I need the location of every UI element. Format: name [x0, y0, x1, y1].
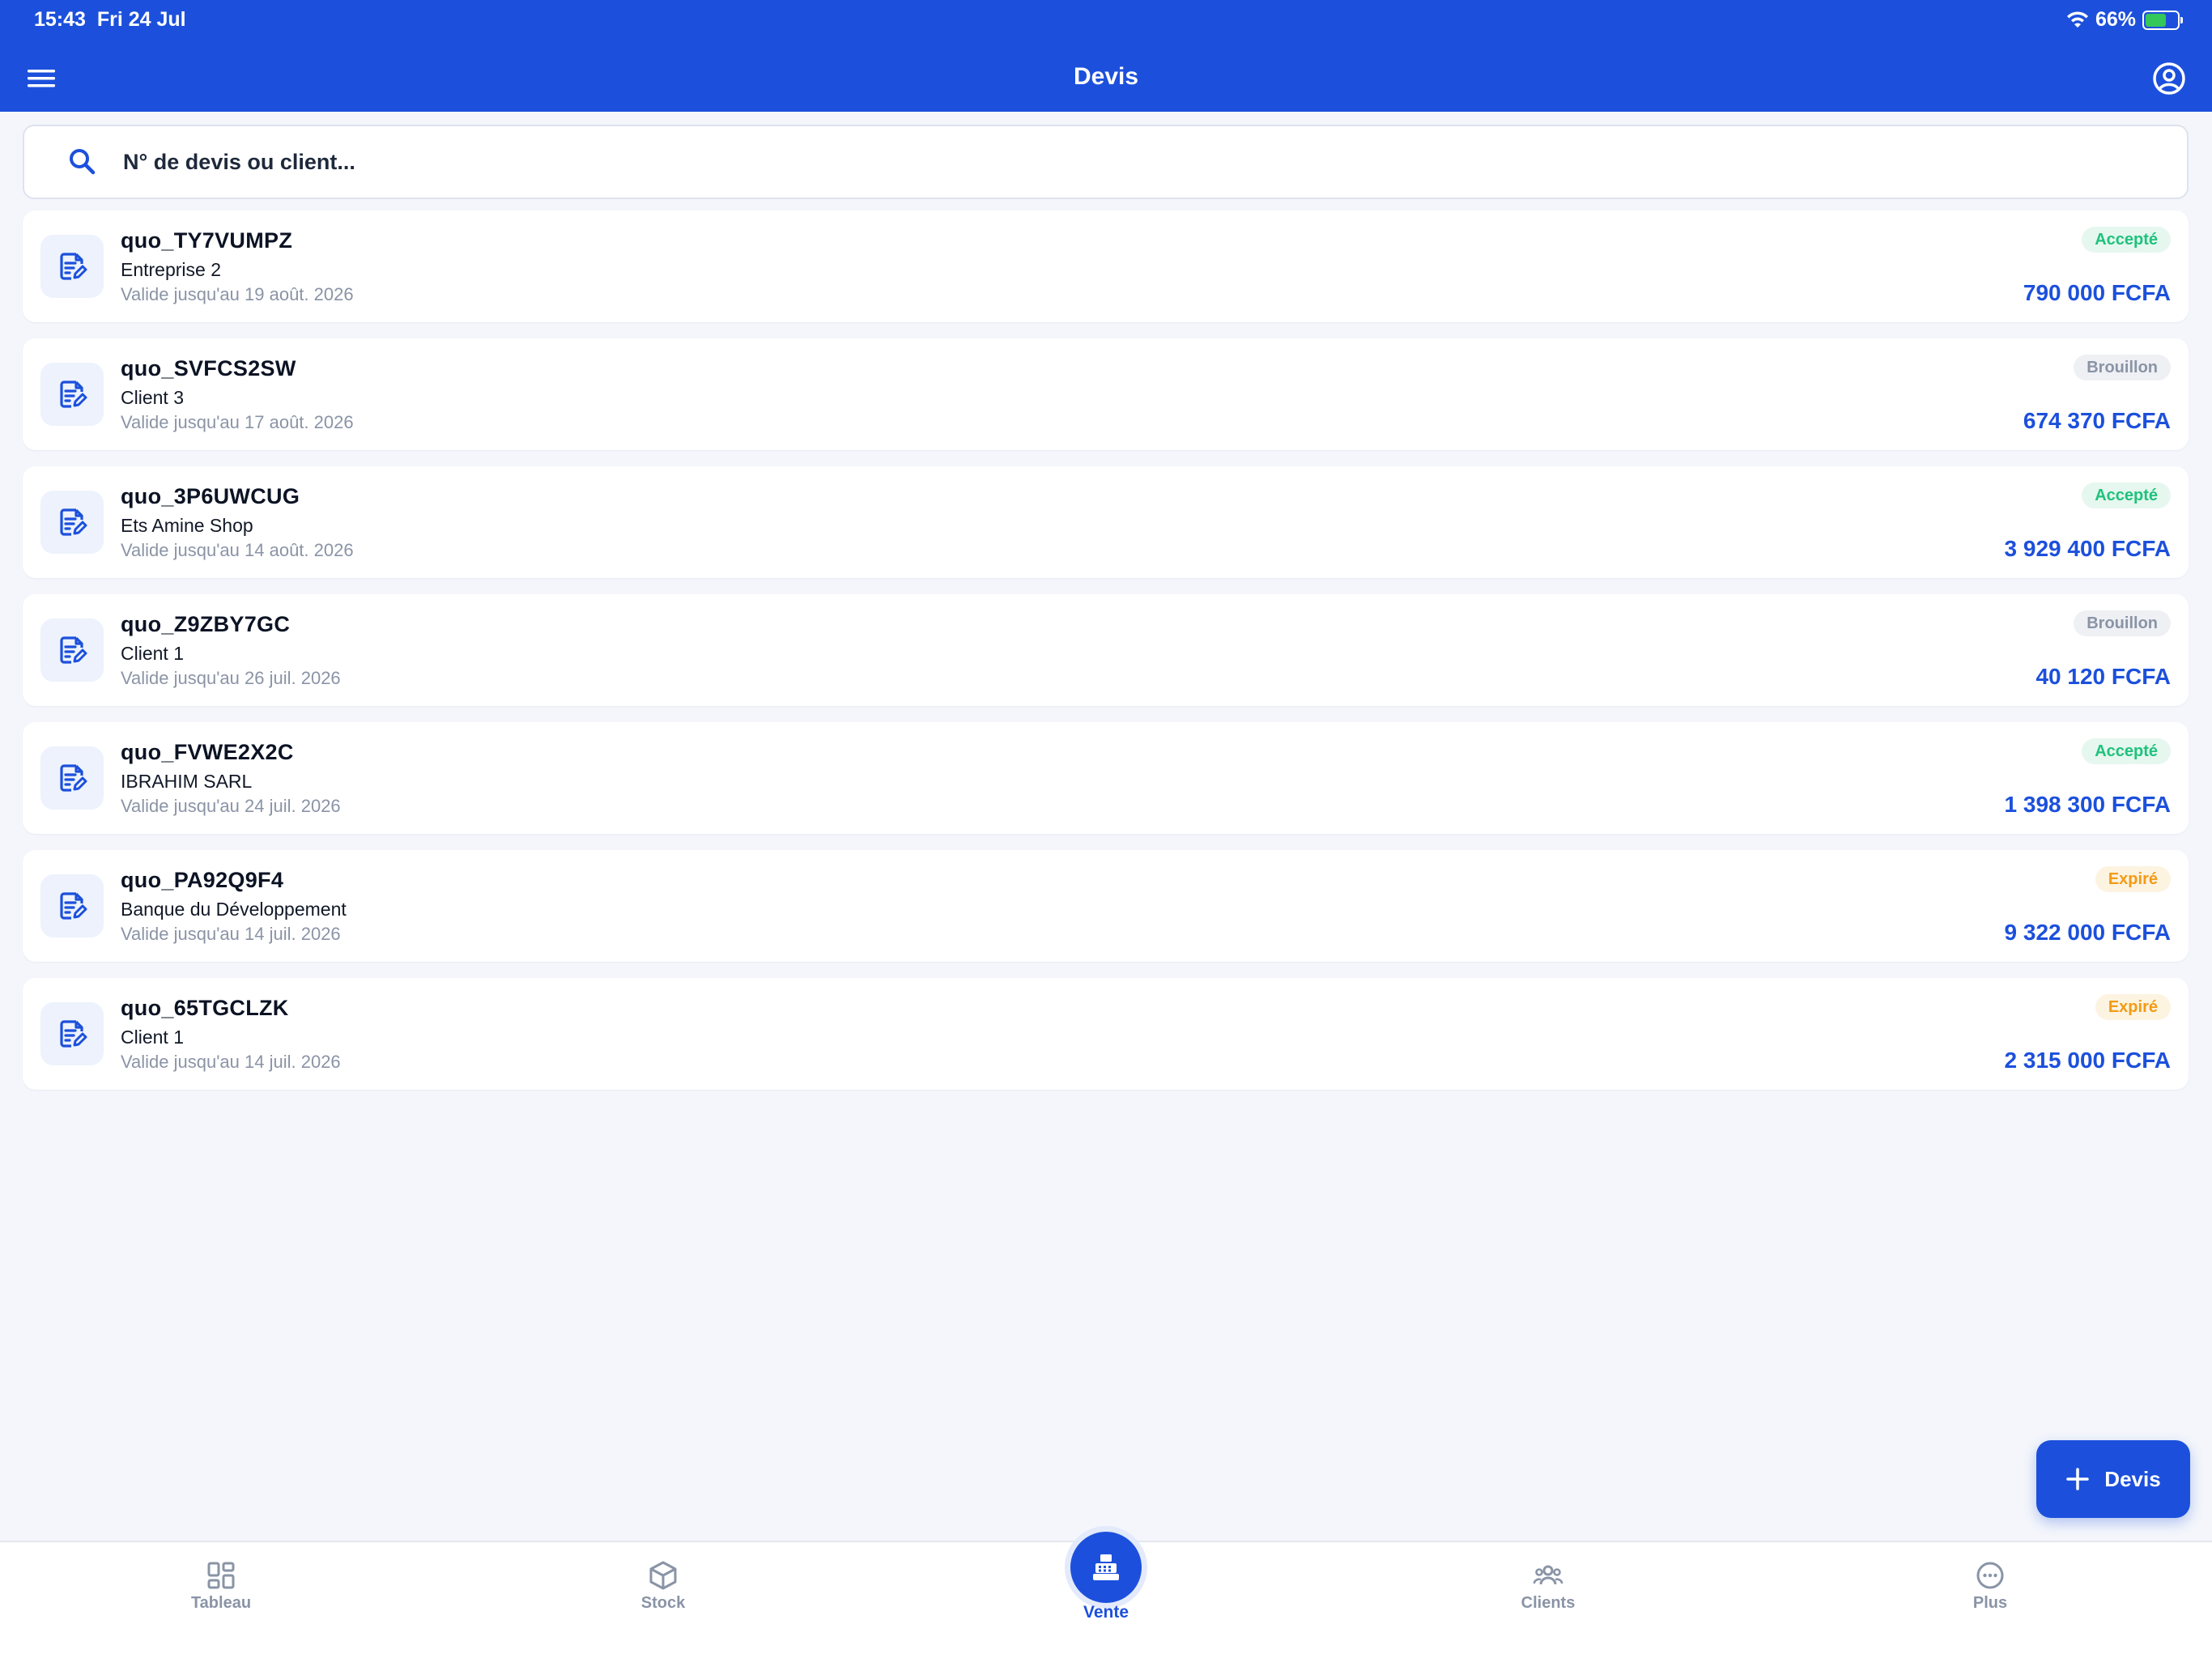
quote-validity: Valide jusqu'au 14 août. 2026	[121, 540, 354, 560]
quote-card[interactable]: quo_PA92Q9F4 Banque du Développement Val…	[23, 850, 2189, 962]
tab-tableau[interactable]: Tableau	[140, 1560, 302, 1613]
quote-validity: Valide jusqu'au 26 juil. 2026	[121, 668, 341, 688]
quote-document-icon	[40, 1002, 104, 1065]
quote-validity: Valide jusqu'au 14 juil. 2026	[121, 1052, 341, 1072]
page-title: Devis	[1073, 63, 1139, 90]
quote-client: Entreprise 2	[121, 259, 222, 280]
users-icon	[1533, 1565, 1563, 1585]
dashboard-icon	[207, 1562, 235, 1589]
quote-document-icon	[40, 619, 104, 682]
quote-number: quo_3P6UWCUG	[121, 484, 300, 508]
box-icon	[649, 1561, 677, 1590]
quote-document-icon	[40, 363, 104, 426]
search-icon	[70, 149, 96, 175]
quote-client: Banque du Développement	[121, 899, 347, 920]
more-icon	[1976, 1562, 2004, 1589]
wifi-icon	[2066, 11, 2088, 28]
account-button[interactable]	[2152, 62, 2186, 96]
quote-client: Ets Amine Shop	[121, 515, 253, 536]
tab-vente[interactable]	[1065, 1526, 1147, 1609]
quote-client: IBRAHIM SARL	[121, 771, 253, 792]
status-badge: Expiré	[2095, 866, 2171, 892]
quote-card[interactable]: quo_FVWE2X2C IBRAHIM SARL Valide jusqu'a…	[23, 722, 2189, 834]
search-input[interactable]: N° de devis ou client...	[123, 150, 355, 175]
quote-document-icon	[40, 491, 104, 554]
status-badge: Accepté	[2082, 483, 2171, 508]
quote-client: Client 1	[121, 643, 184, 664]
user-circle-icon	[2153, 62, 2185, 95]
cash-register-icon	[1093, 1554, 1119, 1580]
tab-stock-label: Stock	[640, 1594, 686, 1612]
search-bar[interactable]: N° de devis ou client...	[23, 125, 2189, 199]
quote-number: quo_PA92Q9F4	[121, 868, 284, 892]
status-badge: Brouillon	[2074, 355, 2171, 380]
quote-validity: Valide jusqu'au 19 août. 2026	[121, 284, 354, 304]
tab-stock[interactable]: Stock	[582, 1560, 744, 1613]
tab-plus-label: Plus	[1972, 1594, 2008, 1612]
quote-card[interactable]: quo_SVFCS2SW Client 3 Valide jusqu'au 17…	[23, 338, 2189, 450]
quote-card[interactable]: quo_Z9ZBY7GC Client 1 Valide jusqu'au 26…	[23, 594, 2189, 706]
status-badge: Accepté	[2082, 738, 2171, 764]
quote-client: Client 1	[121, 1027, 184, 1048]
quote-card[interactable]: quo_3P6UWCUG Ets Amine Shop Valide jusqu…	[23, 466, 2189, 578]
tab-plus[interactable]: Plus	[1909, 1560, 2071, 1613]
quote-number: quo_FVWE2X2C	[121, 740, 294, 764]
quote-document-icon	[40, 874, 104, 937]
new-quote-label: Devis	[2104, 1466, 2161, 1491]
quote-client: Client 3	[121, 387, 184, 408]
quote-amount: 2 315 000 FCFA	[2004, 1048, 2171, 1073]
quote-number: quo_TY7VUMPZ	[121, 228, 293, 253]
quote-amount: 40 120 FCFA	[2035, 664, 2171, 689]
status-badge: Accepté	[2082, 227, 2171, 253]
battery-icon	[2142, 10, 2183, 30]
quote-validity: Valide jusqu'au 17 août. 2026	[121, 412, 354, 432]
tab-vente-label: Vente	[1083, 1603, 1129, 1622]
quote-validity: Valide jusqu'au 14 juil. 2026	[121, 924, 341, 944]
quote-document-icon	[40, 746, 104, 810]
quote-amount: 9 322 000 FCFA	[2004, 920, 2171, 945]
status-badge: Expiré	[2095, 994, 2171, 1020]
status-bar-time: 15:43 Fri 24 Jul	[34, 8, 186, 31]
quote-amount: 3 929 400 FCFA	[2004, 536, 2171, 561]
quote-list: quo_TY7VUMPZ Entreprise 2 Valide jusqu'a…	[23, 210, 2189, 1106]
tab-clients[interactable]: Clients	[1467, 1560, 1629, 1613]
quote-amount: 1 398 300 FCFA	[2004, 792, 2171, 817]
quote-card[interactable]: quo_65TGCLZK Client 1 Valide jusqu'au 14…	[23, 978, 2189, 1090]
status-badge: Brouillon	[2074, 610, 2171, 636]
quote-document-icon	[40, 235, 104, 298]
plus-icon	[2066, 1468, 2090, 1490]
quote-validity: Valide jusqu'au 24 juil. 2026	[121, 796, 341, 816]
new-quote-button[interactable]: Devis	[2036, 1440, 2190, 1518]
status-bar-indicators: 66%	[2066, 8, 2183, 32]
battery-percent: 66%	[2095, 8, 2136, 31]
quote-number: quo_65TGCLZK	[121, 996, 289, 1020]
quote-number: quo_SVFCS2SW	[121, 356, 296, 380]
quote-amount: 790 000 FCFA	[2023, 280, 2171, 305]
quote-number: quo_Z9ZBY7GC	[121, 612, 291, 636]
top-bar: 15:43 Fri 24 Jul 66% Devis	[0, 0, 2212, 112]
quote-amount: 674 370 FCFA	[2023, 408, 2171, 433]
quote-card[interactable]: quo_TY7VUMPZ Entreprise 2 Valide jusqu'a…	[23, 210, 2189, 322]
tab-clients-label: Clients	[1521, 1594, 1576, 1612]
tab-tableau-label: Tableau	[190, 1594, 252, 1612]
